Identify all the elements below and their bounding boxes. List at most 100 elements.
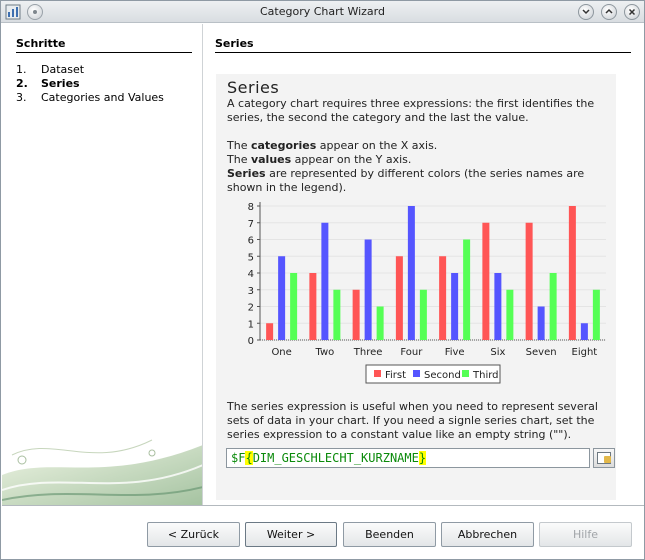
x-tick-label: One (271, 347, 291, 358)
line-suffix: are represented by different colors (the… (227, 167, 585, 194)
explanation-text: The series expression is useful when you… (227, 400, 598, 441)
help-area: Series A category chart requires three e… (216, 74, 616, 500)
step-item-series: 2. Series (16, 77, 164, 91)
bar-second (407, 206, 415, 340)
values-line: The values appear on the Y axis. (227, 153, 612, 167)
x-tick-label: Five (445, 347, 465, 358)
y-tick-label: 1 (248, 319, 254, 330)
bar-third (506, 289, 514, 340)
x-tick-label: Two (315, 347, 335, 358)
step-number: 3. (16, 91, 27, 104)
x-tick-label: Four (400, 347, 423, 358)
bar-first (352, 289, 360, 340)
series-expression-field[interactable]: $F{DIM_GESCHLECHT_KURZNAME} (226, 448, 590, 468)
title-bar[interactable]: Category Chart Wizard (1, 1, 644, 23)
line-prefix: The (227, 153, 251, 166)
bar-first (568, 206, 576, 340)
cancel-button[interactable]: Abbrechen (441, 522, 534, 547)
bar-third (419, 289, 427, 340)
line-prefix: The (227, 139, 251, 152)
line-suffix: appear on the Y axis. (291, 153, 412, 166)
next-button[interactable]: Weiter > (245, 522, 337, 547)
y-tick-label: 4 (248, 269, 254, 280)
bar-third (376, 306, 384, 340)
intro-text: A category chart requires three expressi… (227, 97, 595, 124)
step-item-categories-values: 3. Categories and Values (16, 91, 164, 105)
bar-first (439, 256, 447, 340)
decorative-swirl (2, 439, 202, 505)
expression-prefix: $F (231, 451, 246, 465)
bar-third (592, 289, 600, 340)
minimize-button[interactable] (578, 4, 594, 20)
line-suffix: appear on the X axis. (316, 139, 438, 152)
steps-header: Schritte (16, 37, 192, 53)
expression-brace-open: { (245, 451, 253, 465)
bar-first (482, 222, 490, 340)
footer-divider (2, 505, 644, 506)
section-header: Series (215, 37, 631, 53)
bar-first (309, 273, 317, 340)
step-item-dataset: 1. Dataset (16, 63, 164, 77)
step-number: 1. (16, 63, 27, 76)
bar-second (451, 273, 459, 340)
bold-term: values (250, 153, 292, 166)
expression-editor-icon (597, 452, 611, 464)
legend-swatch (413, 370, 420, 377)
steps-list: 1. Dataset 2. Series 3. Categories and Valu… (16, 63, 164, 105)
wizard-window: Category Chart Wizard Schritte 1. Dataset… (0, 0, 645, 560)
x-tick-label: Seven (526, 347, 557, 358)
legend-label: Third (472, 370, 499, 381)
back-button[interactable]: < Zurück (147, 522, 240, 547)
step-number: 2. (16, 77, 28, 90)
content-panel: Series Series A category chart requires … (204, 24, 644, 505)
help-button[interactable]: Hilfe (539, 522, 632, 547)
legend-label: Second (424, 370, 461, 381)
steps-panel: Schritte 1. Dataset 2. Series 3. Categories… (2, 24, 203, 505)
bar-second (537, 306, 545, 340)
example-bar-chart: 0 1 2 3 4 5 6 7 8 One Two Three Four Five Six Seven Eigh… (248, 202, 606, 384)
bar-third (290, 273, 298, 340)
maximize-button[interactable] (601, 4, 617, 20)
y-tick-label: 8 (248, 202, 254, 213)
y-tick-label: 0 (248, 336, 254, 347)
bar-second (364, 239, 372, 340)
step-label: Dataset (41, 63, 85, 76)
expression-brace-close: } (418, 451, 427, 465)
close-icon (628, 8, 636, 16)
y-tick-label: 3 (248, 286, 254, 297)
bold-term: Series (227, 167, 266, 180)
y-tick-label: 6 (248, 236, 254, 247)
x-tick-label: Three (353, 347, 383, 358)
legend-swatch (462, 370, 469, 377)
finish-button[interactable]: Beenden (343, 522, 436, 547)
page-title: Series (227, 78, 280, 97)
bar-second (580, 323, 588, 340)
x-tick-label: Eight (572, 347, 598, 358)
bar-first (266, 323, 274, 340)
y-tick-label: 7 (248, 219, 254, 230)
bar-second (494, 273, 502, 340)
chevron-up-icon (605, 8, 613, 14)
bar-third (463, 239, 471, 340)
y-tick-label: 2 (248, 303, 254, 314)
step-label: Series (41, 77, 80, 90)
legend-label: First (385, 370, 406, 381)
bar-first (525, 222, 533, 340)
categories-line: The categories appear on the X axis. (227, 139, 612, 153)
step-label: Categories and Values (41, 91, 164, 104)
legend-swatch (374, 370, 381, 377)
expression-editor-button[interactable] (593, 448, 615, 468)
bar-third (333, 289, 341, 340)
bar-first (395, 256, 403, 340)
bar-second (278, 256, 286, 340)
window-title: Category Chart Wizard (260, 5, 385, 18)
series-line: Series are represented by different colo… (227, 167, 612, 195)
close-button[interactable] (624, 4, 640, 20)
bar-second (321, 222, 329, 340)
x-tick-label: Six (490, 347, 505, 358)
bar-third (549, 273, 557, 340)
expression-field-name: DIM_GESCHLECHT_KURZNAME (252, 451, 419, 465)
bold-term: categories (250, 139, 317, 152)
chevron-down-icon (582, 9, 590, 15)
y-tick-label: 5 (248, 252, 254, 263)
